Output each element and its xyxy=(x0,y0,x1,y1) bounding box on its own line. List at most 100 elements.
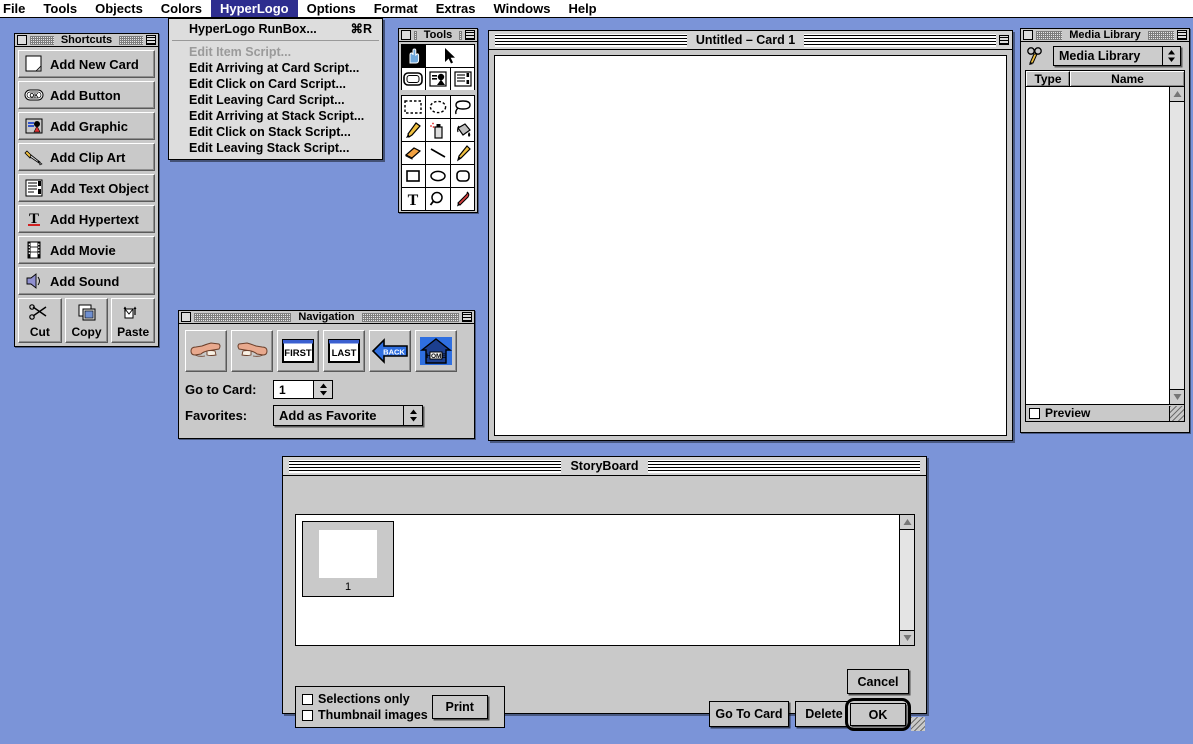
cancel-button[interactable]: Cancel xyxy=(847,669,909,694)
scroll-down-icon[interactable] xyxy=(1170,389,1184,404)
ok-button[interactable]: OK xyxy=(850,703,906,726)
paste-button[interactable]: Paste xyxy=(111,298,156,343)
card-window-titlebar[interactable]: Untitled – Card 1 xyxy=(489,31,1012,50)
add-sound-button[interactable]: Add Sound xyxy=(18,267,155,295)
close-box-icon[interactable] xyxy=(401,30,411,40)
scroll-up-icon[interactable] xyxy=(1170,87,1184,102)
scrollbar-track[interactable] xyxy=(900,530,914,630)
paintbrush-tool[interactable] xyxy=(400,117,427,142)
menu-item-edit-arriving-stack[interactable]: Edit Arriving at Stack Script... xyxy=(169,108,382,124)
back-button[interactable]: BACK xyxy=(369,330,411,372)
storyboard-titlebar[interactable]: StoryBoard xyxy=(283,457,926,476)
media-library-titlebar[interactable]: Media Library xyxy=(1021,29,1189,42)
oval-tool[interactable] xyxy=(425,163,451,188)
button-tool[interactable] xyxy=(400,66,427,91)
storyboard-card-thumbnail[interactable]: 1 xyxy=(302,521,394,597)
cut-button[interactable]: Cut xyxy=(18,298,62,343)
graphic-object-tool[interactable] xyxy=(425,66,451,91)
scroll-up-icon[interactable] xyxy=(900,515,914,530)
line-tool[interactable] xyxy=(425,140,451,165)
add-clip-art-button[interactable]: Add Clip Art xyxy=(18,143,155,171)
collapse-box-icon[interactable] xyxy=(999,35,1010,45)
media-library-dropdown[interactable]: Media Library xyxy=(1053,46,1181,66)
menu-item-edit-click-card[interactable]: Edit Click on Card Script... xyxy=(169,76,382,92)
thumbnail-images-row[interactable]: Thumbnail images xyxy=(302,708,428,722)
copy-button[interactable]: Copy xyxy=(64,298,109,343)
pencil-tool[interactable] xyxy=(449,140,476,165)
go-to-card-stepper[interactable]: 1 xyxy=(273,380,333,399)
previous-card-button[interactable] xyxy=(185,330,227,372)
card-canvas[interactable] xyxy=(494,55,1007,436)
text-object-tool[interactable] xyxy=(449,66,476,91)
column-header-name[interactable]: Name xyxy=(1070,71,1184,86)
collapse-box-icon[interactable] xyxy=(146,35,156,45)
next-card-button[interactable] xyxy=(231,330,273,372)
media-library-list[interactable] xyxy=(1025,87,1185,405)
add-button-button[interactable]: OK Add Button xyxy=(18,81,155,109)
titlebar-grip xyxy=(1147,30,1174,40)
navigation-titlebar[interactable]: Navigation xyxy=(179,311,474,324)
add-new-card-button[interactable]: Add New Card xyxy=(18,50,155,78)
home-button[interactable]: HOME xyxy=(415,330,457,372)
menu-item-edit-click-stack[interactable]: Edit Click on Stack Script... xyxy=(169,124,382,140)
close-box-icon[interactable] xyxy=(1023,30,1033,40)
menu-options[interactable]: Options xyxy=(298,0,365,17)
close-box-icon[interactable] xyxy=(181,312,191,322)
collapse-box-icon[interactable] xyxy=(462,312,473,322)
stepper-arrows-icon[interactable] xyxy=(314,381,332,398)
scroll-down-icon[interactable] xyxy=(900,630,914,645)
resize-grip-icon[interactable] xyxy=(911,717,925,731)
favorites-dropdown[interactable]: Add as Favorite xyxy=(273,405,423,426)
eraser-tool[interactable] xyxy=(400,140,427,165)
eyedropper-tool[interactable] xyxy=(449,186,476,211)
collapse-box-icon[interactable] xyxy=(1177,30,1187,40)
menu-format[interactable]: Format xyxy=(365,0,427,17)
print-button[interactable]: Print xyxy=(431,695,488,719)
text-tool[interactable]: T xyxy=(400,186,427,211)
magnifier-tool[interactable] xyxy=(425,186,451,211)
rounded-rect-tool[interactable] xyxy=(449,163,476,188)
browse-hand-tool[interactable] xyxy=(400,43,427,68)
menu-hyperlogo[interactable]: HyperLogo xyxy=(210,0,298,17)
rect-select-tool[interactable] xyxy=(400,94,427,119)
storyboard-scrollbar[interactable] xyxy=(899,515,914,645)
last-card-button[interactable]: LAST xyxy=(323,330,365,372)
menu-item-edit-leaving-card[interactable]: Edit Leaving Card Script... xyxy=(169,92,382,108)
selections-only-checkbox[interactable] xyxy=(302,693,313,705)
lasso-tool[interactable] xyxy=(449,94,476,119)
menu-tools[interactable]: Tools xyxy=(34,0,86,17)
add-movie-button[interactable]: Add Movie xyxy=(18,236,155,264)
rectangle-tool[interactable] xyxy=(400,163,427,188)
add-text-object-button[interactable]: Add Text Object xyxy=(18,174,155,202)
selections-only-row[interactable]: Selections only xyxy=(302,692,428,706)
paint-bucket-tool[interactable] xyxy=(449,117,476,142)
go-to-card-button[interactable]: Go To Card xyxy=(709,701,789,727)
menu-windows[interactable]: Windows xyxy=(485,0,560,17)
add-hypertext-button[interactable]: T Add Hypertext xyxy=(18,205,155,233)
menu-extras[interactable]: Extras xyxy=(427,0,485,17)
shortcuts-titlebar[interactable]: Shortcuts xyxy=(15,34,158,47)
column-header-type[interactable]: Type xyxy=(1026,71,1070,86)
collapse-box-icon[interactable] xyxy=(465,30,476,40)
menu-colors[interactable]: Colors xyxy=(152,0,211,17)
menu-item-runbox[interactable]: HyperLogo RunBox... ⌘R xyxy=(169,21,382,37)
media-library-scrollbar[interactable] xyxy=(1169,87,1184,404)
arrow-pointer-tool[interactable] xyxy=(425,43,476,68)
menu-item-edit-leaving-stack[interactable]: Edit Leaving Stack Script... xyxy=(169,140,382,156)
menu-item-edit-arriving-card[interactable]: Edit Arriving at Card Script... xyxy=(169,60,382,76)
resize-grip-icon[interactable] xyxy=(1169,405,1184,421)
storyboard-thumbnail-area[interactable]: 1 xyxy=(295,514,915,646)
menu-objects[interactable]: Objects xyxy=(86,0,152,17)
oval-select-tool[interactable] xyxy=(425,94,451,119)
close-box-icon[interactable] xyxy=(17,35,27,45)
first-card-button[interactable]: FIRST xyxy=(277,330,319,372)
menu-file[interactable]: File xyxy=(0,0,34,17)
tools-titlebar[interactable]: Tools xyxy=(399,29,477,42)
scrollbar-track[interactable] xyxy=(1170,102,1184,389)
thumbnail-images-checkbox[interactable] xyxy=(302,709,313,721)
go-to-card-value[interactable]: 1 xyxy=(274,381,314,398)
menu-help[interactable]: Help xyxy=(559,0,605,17)
preview-checkbox[interactable] xyxy=(1029,407,1040,419)
add-graphic-button[interactable]: Add Graphic xyxy=(18,112,155,140)
spray-can-tool[interactable] xyxy=(425,117,451,142)
